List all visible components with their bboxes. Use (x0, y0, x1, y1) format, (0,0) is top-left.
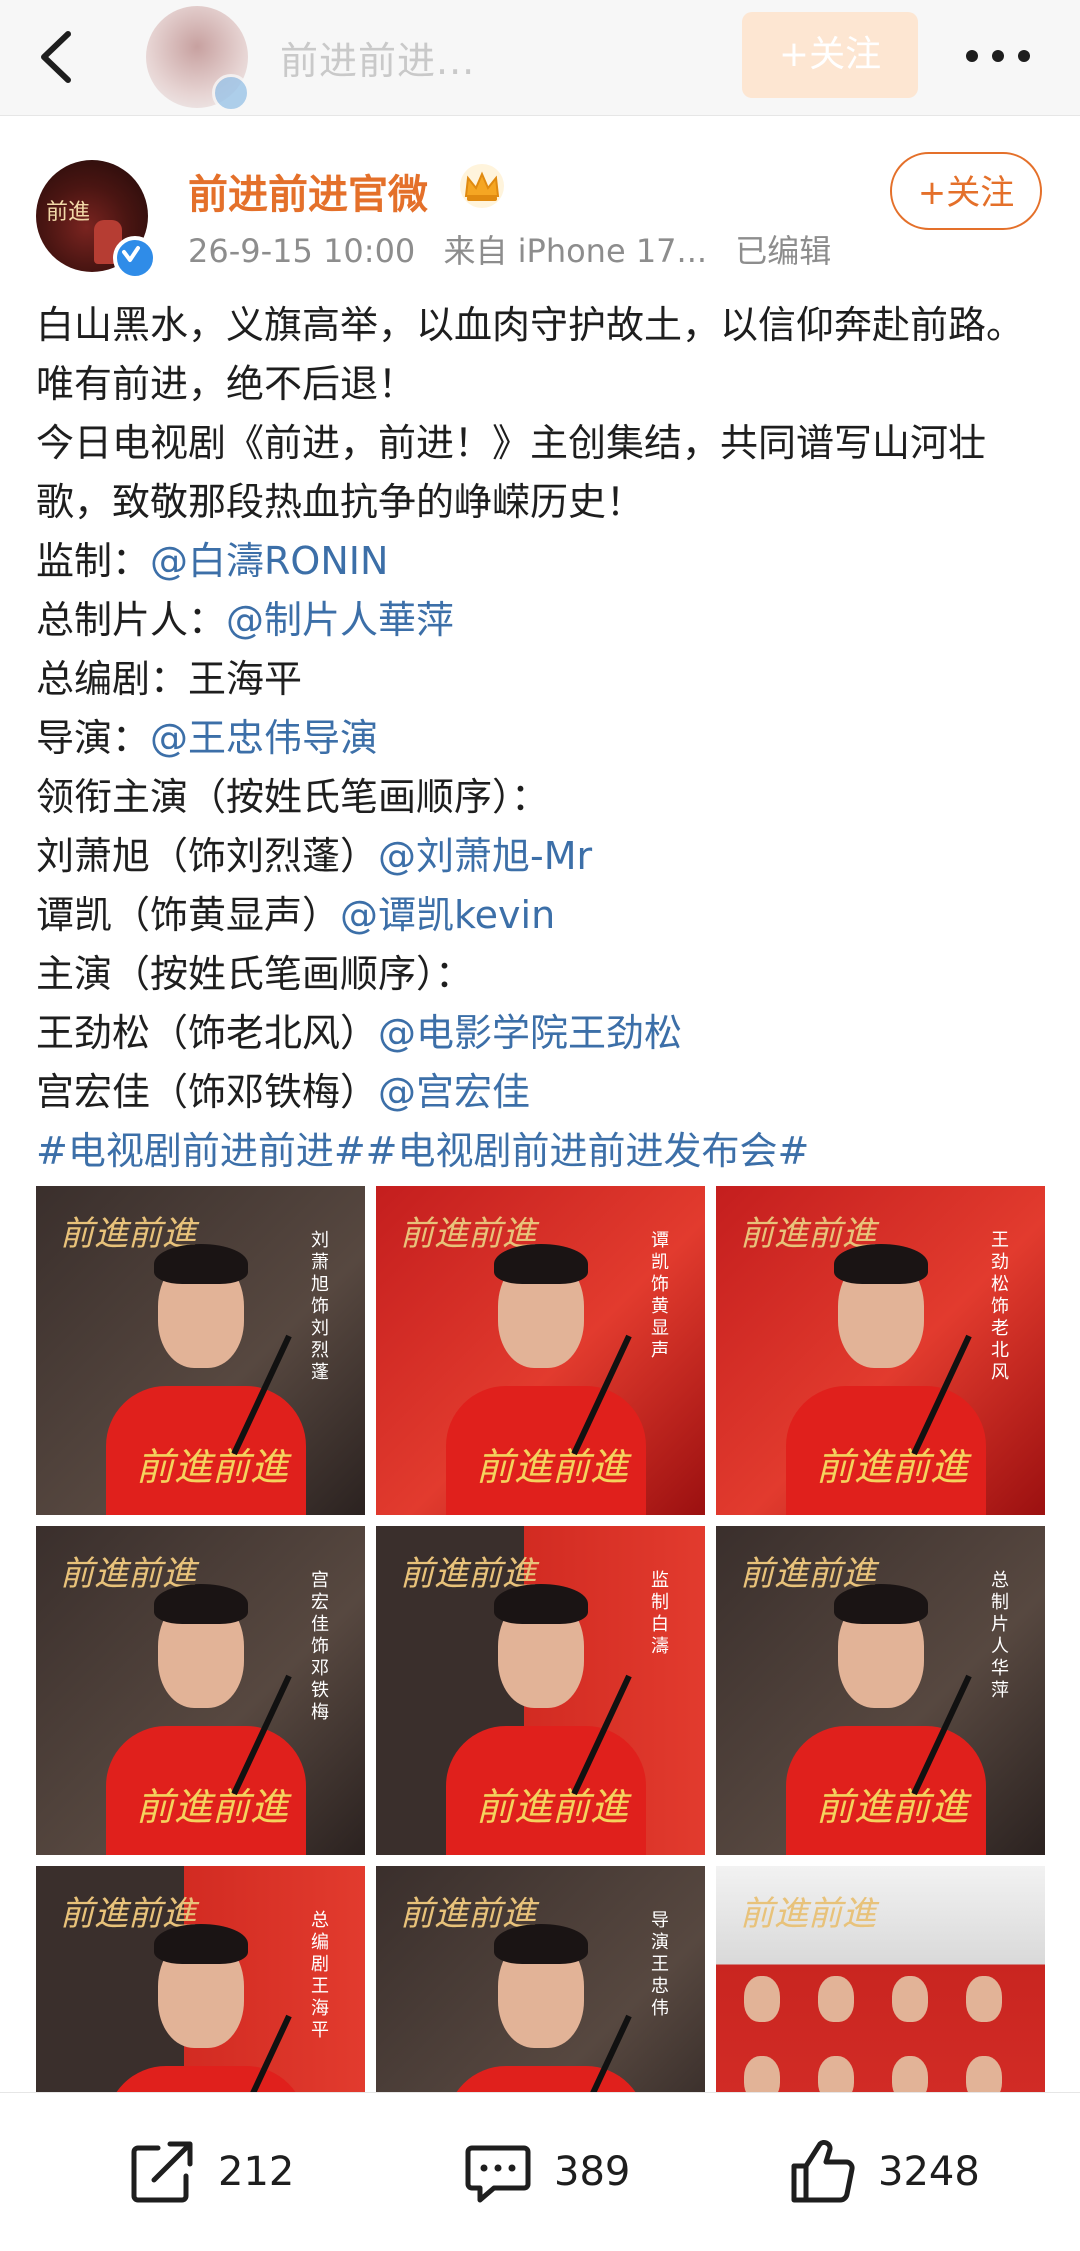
follow-button[interactable]: +关注 (890, 152, 1042, 230)
credit-label: 主演（按姓氏笔画顺序）： (36, 952, 474, 996)
top-nav-bar: 前进前进... +关注 (0, 0, 1080, 116)
photo-caption: 导演王忠伟 (651, 1910, 669, 2019)
group-person-face (744, 1976, 780, 2022)
person-hair (154, 1244, 248, 1284)
credit-line: 谭凯（饰黄显声）@谭凯kevin (36, 886, 1046, 945)
credit-line: 领衔主演（按姓氏笔画顺序）： (36, 768, 1046, 827)
verified-badge-icon (212, 74, 250, 112)
top-account-name[interactable]: 前进前进... (280, 30, 475, 85)
shirt-logo: 前進前進 (476, 1785, 629, 1829)
comment-count: 389 (554, 2149, 631, 2195)
credit-label: 王劲松（饰老北风） (36, 1011, 379, 1055)
post-edited-label[interactable]: 已编辑 (735, 232, 831, 270)
shirt-logo: 前進前進 (476, 1445, 629, 1489)
photo-caption: 王劲松饰老北风 (991, 1230, 1009, 1383)
more-dot (992, 50, 1004, 62)
photo-caption: 监制白濤 (651, 1570, 669, 1657)
like-button[interactable]: 3248 (784, 2127, 980, 2217)
person-hair (494, 1924, 588, 1964)
hashtag-link[interactable]: #电视剧前进前进##电视剧前进前进发布会# (36, 1122, 1046, 1181)
shirt-logo: 前進前進 (136, 1785, 289, 1829)
person-hair (154, 1584, 248, 1624)
mention-link[interactable]: @宫宏佳 (378, 1070, 530, 1114)
person-hair (834, 1244, 928, 1284)
credit-label: 谭凯（饰黄显声） (36, 893, 341, 937)
post-meta: 26-9-15 10:00 来自 iPhone 17... 已编辑 (188, 226, 849, 272)
credit-value: 王海平 (188, 657, 303, 701)
credit-label: 宫宏佳（饰邓铁梅） (36, 1070, 379, 1114)
photo-thumbnail[interactable]: 前進前進 监制白濤 前進前進 (376, 1526, 705, 1855)
share-icon (131, 2141, 193, 2203)
image-grid: 前進前進 刘萧旭饰刘烈蓬 前進前進 前進前進 谭凯饰黄显声 前進前進 前進前進 王劲松饰老北风… (36, 1186, 1045, 2195)
credit-label: 刘萧旭（饰刘烈蓬） (36, 834, 379, 878)
bottom-action-bar: 212 389 3248 (0, 2092, 1080, 2251)
back-arrow-icon (41, 31, 71, 83)
shirt-logo: 前進前進 (816, 1445, 969, 1489)
share-button[interactable]: 212 (124, 2127, 294, 2217)
credit-line: 宫宏佳（饰邓铁梅）@宫宏佳 (36, 1063, 1046, 1122)
like-count: 3248 (878, 2149, 980, 2195)
photo-caption: 总制片人华萍 (991, 1570, 1009, 1701)
credit-line: 王劲松（饰老北风）@电影学院王劲松 (36, 1004, 1046, 1063)
post-paragraph-2: 今日电视剧《前进，前进！》主创集结，共同谱写山河壮歌，致敬那段热血抗争的峥嵘历史… (36, 421, 987, 524)
avatar-logo: 前進 (46, 200, 91, 225)
photo-brand-logo: 前進前進 (740, 1894, 876, 1934)
person-hair (834, 1584, 928, 1624)
photo-thumbnail[interactable]: 前進前進 总制片人华萍 前進前進 (716, 1526, 1045, 1855)
photo-thumbnail[interactable]: 前進前進 谭凯饰黄显声 前進前進 (376, 1186, 705, 1515)
person-hair (494, 1244, 588, 1284)
credit-line: 主演（按姓氏笔画顺序）： (36, 945, 1046, 1004)
like-icon (791, 2140, 855, 2203)
group-person-face (818, 1976, 854, 2022)
author-name[interactable]: 前进前进官微 (188, 162, 428, 220)
photo-caption: 宫宏佳饰邓铁梅 (311, 1570, 329, 1723)
photo-caption: 刘萧旭饰刘烈蓬 (311, 1230, 329, 1383)
credit-line: 刘萧旭（饰刘烈蓬）@刘萧旭-Mr (36, 827, 1046, 886)
credit-label: 总制片人： (36, 598, 227, 642)
photo-caption: 总编剧王海平 (311, 1910, 329, 2041)
post-date: 26-9-15 10:00 (188, 232, 416, 270)
post-source: 来自 iPhone 17... (443, 232, 708, 270)
credit-label: 总编剧： (36, 657, 189, 701)
shirt-logo: 前進前進 (816, 1785, 969, 1829)
credit-line: 监制：@白濤RONIN (36, 532, 1046, 591)
comment-button[interactable]: 389 (460, 2127, 630, 2217)
person-hair (494, 1584, 588, 1624)
more-dot (1018, 50, 1030, 62)
mention-link[interactable]: @谭凯kevin (340, 893, 555, 937)
group-person-face (966, 1976, 1002, 2022)
crown-icon (460, 164, 504, 208)
group-person-face (892, 1976, 928, 2022)
mention-link[interactable]: @刘萧旭-Mr (378, 834, 592, 878)
photo-caption: 谭凯饰黄显声 (651, 1230, 669, 1361)
credit-line: 总编剧：王海平 (36, 650, 1046, 709)
verified-badge-icon (113, 236, 157, 280)
mention-link[interactable]: @电影学院王劲松 (378, 1011, 682, 1055)
mention-link[interactable]: @制片人華萍 (226, 598, 454, 642)
mention-link[interactable]: @白濤RONIN (150, 539, 388, 583)
more-button[interactable] (966, 38, 1032, 74)
photo-thumbnail[interactable]: 前進前進 刘萧旭饰刘烈蓬 前進前進 (36, 1186, 365, 1515)
credit-label: 监制： (36, 539, 151, 583)
more-dots-icon (966, 50, 978, 62)
credit-line: 总制片人：@制片人華萍 (36, 591, 1046, 650)
credit-label: 领衔主演（按姓氏笔画顺序）： (36, 775, 550, 819)
mention-link[interactable]: @王忠伟导演 (150, 716, 378, 760)
photo-thumbnail[interactable]: 前進前進 王劲松饰老北风 前進前進 (716, 1186, 1045, 1515)
post-body: 白山黑水，义旗高举，以血肉守护故土，以信仰奔赴前路。唯有前进，绝不后退！ 今日电… (36, 296, 1046, 1181)
comment-icon (465, 2145, 531, 2203)
share-count: 212 (218, 2149, 295, 2195)
back-button[interactable] (30, 22, 90, 92)
shirt-logo: 前進前進 (136, 1445, 289, 1489)
photo-thumbnail[interactable]: 前進前進 宫宏佳饰邓铁梅 前進前進 (36, 1526, 365, 1855)
credit-label: 导演： (36, 716, 151, 760)
credit-line: 导演：@王忠伟导演 (36, 709, 1046, 768)
top-follow-button[interactable]: +关注 (742, 12, 918, 98)
person-hair (154, 1924, 248, 1964)
post-paragraph-1: 白山黑水，义旗高举，以血肉守护故土，以信仰奔赴前路。唯有前进，绝不后退！ (36, 303, 1025, 406)
